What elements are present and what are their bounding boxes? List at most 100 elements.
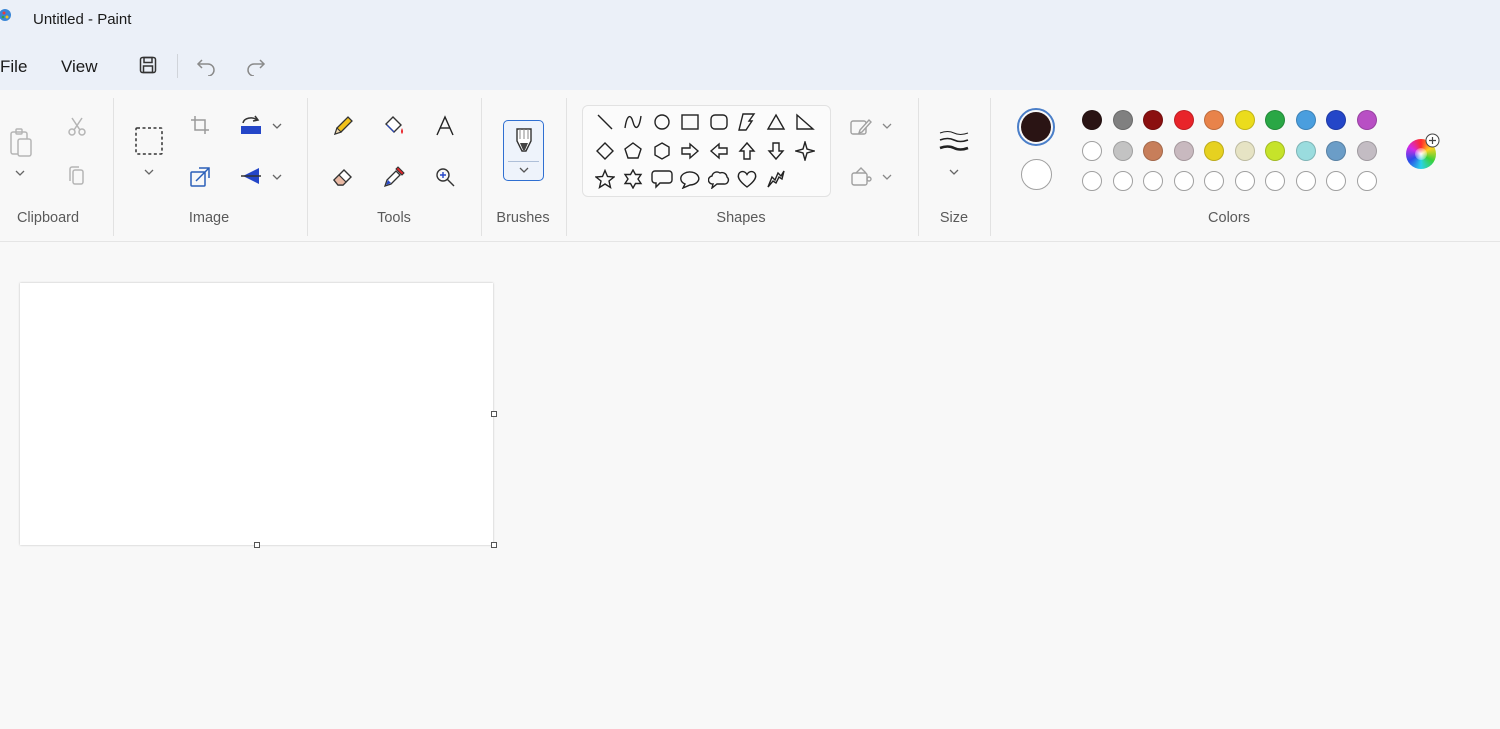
shape-five-point-star-icon[interactable]: [593, 167, 617, 191]
color-swatch[interactable]: [1265, 110, 1285, 130]
flip-chevron-icon[interactable]: [271, 173, 283, 181]
shape-cloud-callout-icon[interactable]: [707, 167, 731, 191]
shape-left-arrow-icon[interactable]: [707, 139, 731, 163]
menu-bar: File View: [0, 40, 1500, 90]
color-swatch[interactable]: [1265, 171, 1285, 191]
color-swatch[interactable]: [1143, 110, 1163, 130]
color-swatch[interactable]: [1082, 110, 1102, 130]
magnifier-button[interactable]: [432, 164, 458, 190]
shape-up-arrow-icon[interactable]: [735, 139, 759, 163]
color-swatch[interactable]: [1234, 171, 1255, 191]
color-swatch[interactable]: [1204, 110, 1224, 130]
text-button[interactable]: [432, 113, 458, 139]
shape-oval-icon[interactable]: [650, 110, 674, 134]
size-chevron-icon[interactable]: [948, 168, 960, 176]
shape-triangle-icon[interactable]: [764, 110, 788, 134]
color-swatch[interactable]: [1143, 171, 1163, 191]
shape-lightning-icon[interactable]: [764, 167, 788, 191]
color-swatch[interactable]: [1204, 140, 1224, 161]
paste-button[interactable]: [8, 126, 34, 160]
shape-polygon-icon[interactable]: [735, 110, 759, 134]
resize-handle-corner[interactable]: [491, 542, 497, 548]
select-chevron-icon[interactable]: [143, 168, 155, 176]
color-swatch[interactable]: [1326, 140, 1346, 161]
shapes-gallery: [582, 105, 831, 197]
shape-oval-callout-icon[interactable]: [678, 167, 702, 191]
color-swatch[interactable]: [1173, 110, 1194, 130]
brushes-button[interactable]: [503, 120, 544, 181]
shape-curve-icon[interactable]: [621, 110, 645, 134]
rotate-chevron-icon[interactable]: [271, 122, 283, 130]
color-swatch[interactable]: [1112, 171, 1133, 191]
paste-icon: [10, 128, 32, 157]
group-label-shapes: Shapes: [716, 210, 766, 226]
shape-rounded-callout-icon[interactable]: [650, 167, 674, 191]
fill-chevron-icon[interactable]: [881, 173, 893, 181]
eyedropper-icon: [383, 166, 405, 188]
color-swatch[interactable]: [1326, 110, 1346, 130]
color-swatch[interactable]: [1234, 140, 1255, 161]
crop-button[interactable]: [188, 113, 212, 137]
primary-color-button[interactable]: [1017, 108, 1055, 146]
save-icon: [139, 56, 157, 74]
color-swatch[interactable]: [1082, 140, 1102, 161]
drawing-canvas[interactable]: [20, 283, 493, 545]
menu-file[interactable]: File: [0, 57, 27, 77]
shape-rounded-rectangle-icon[interactable]: [707, 110, 731, 134]
shape-down-arrow-icon[interactable]: [764, 139, 788, 163]
color-picker-button[interactable]: [381, 164, 407, 190]
shape-right-triangle-icon[interactable]: [793, 110, 817, 134]
color-swatch[interactable]: [1112, 110, 1133, 130]
flip-button[interactable]: [238, 164, 264, 188]
fill-button[interactable]: [381, 113, 407, 139]
resize-handle-bottom[interactable]: [254, 542, 260, 548]
shape-heart-icon[interactable]: [735, 167, 759, 191]
color-swatch[interactable]: [1082, 171, 1102, 191]
secondary-color-swatch[interactable]: [1021, 159, 1052, 190]
save-button[interactable]: [135, 52, 161, 78]
rotate-button[interactable]: [238, 113, 264, 137]
shape-hexagon-icon[interactable]: [650, 139, 674, 163]
cut-button[interactable]: [64, 114, 90, 138]
color-swatch[interactable]: [1356, 140, 1377, 161]
outline-button[interactable]: [848, 116, 874, 138]
color-swatch[interactable]: [1356, 110, 1377, 130]
edit-colors-button[interactable]: [1406, 133, 1440, 169]
color-swatch[interactable]: [1326, 171, 1346, 191]
resize-button[interactable]: [188, 165, 212, 189]
shape-pentagon-icon[interactable]: [621, 139, 645, 163]
window-title: Untitled - Paint: [33, 11, 132, 28]
pencil-button[interactable]: [330, 113, 356, 139]
size-button[interactable]: [937, 128, 971, 156]
color-swatch[interactable]: [1143, 140, 1163, 161]
shape-right-arrow-icon[interactable]: [678, 139, 702, 163]
fill-style-button[interactable]: [848, 166, 874, 188]
color-swatch[interactable]: [1295, 171, 1316, 191]
color-swatch[interactable]: [1173, 171, 1194, 191]
color-swatch[interactable]: [1204, 171, 1224, 191]
eraser-button[interactable]: [330, 164, 356, 190]
color-swatch[interactable]: [1356, 171, 1377, 191]
undo-button[interactable]: [193, 52, 219, 78]
color-swatch[interactable]: [1295, 110, 1316, 130]
copy-button[interactable]: [64, 164, 90, 188]
shape-rectangle-icon[interactable]: [678, 110, 702, 134]
shape-four-point-star-icon[interactable]: [793, 139, 817, 163]
outline-chevron-icon[interactable]: [881, 122, 893, 130]
color-swatch[interactable]: [1295, 140, 1316, 161]
color-swatch[interactable]: [1173, 140, 1194, 161]
brush-chevron-icon: [519, 167, 529, 173]
shape-six-point-star-icon[interactable]: [621, 167, 645, 191]
redo-button[interactable]: [243, 52, 269, 78]
pencil-icon: [333, 116, 353, 136]
select-button[interactable]: [134, 126, 164, 156]
canvas-area[interactable]: [0, 243, 1500, 729]
resize-handle-right[interactable]: [491, 411, 497, 417]
color-swatch[interactable]: [1112, 140, 1133, 161]
paste-chevron-icon[interactable]: [14, 169, 26, 177]
color-swatch[interactable]: [1234, 110, 1255, 130]
shape-line-icon[interactable]: [593, 110, 617, 134]
shape-diamond-icon[interactable]: [593, 139, 617, 163]
menu-view[interactable]: View: [61, 57, 98, 77]
color-swatch[interactable]: [1265, 140, 1285, 161]
